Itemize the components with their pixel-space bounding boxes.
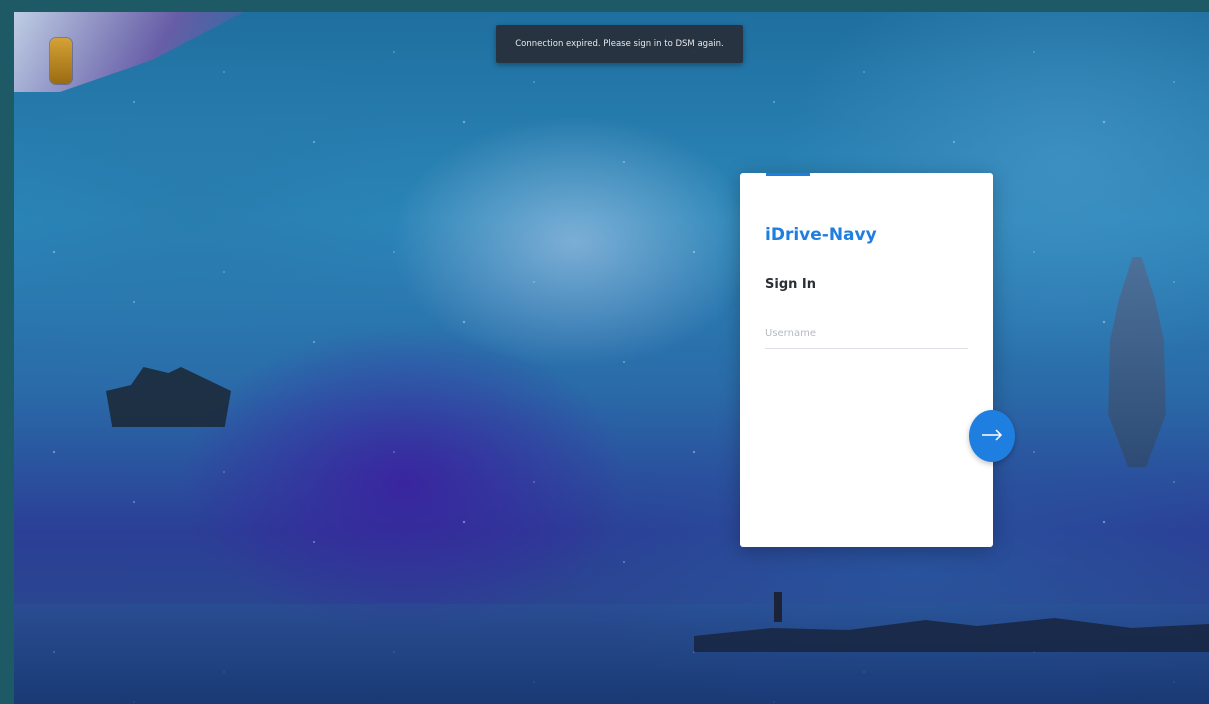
- login-card: iDrive-Navy Sign In: [740, 173, 993, 547]
- login-screen: Connection expired. Please sign in to DS…: [0, 0, 1209, 704]
- background-artwork: [14, 12, 1209, 704]
- stars-decoration: [14, 12, 1209, 704]
- navy-emblem-logo: [50, 38, 72, 84]
- brand-title: iDrive-Navy: [765, 225, 877, 245]
- username-input[interactable]: [765, 318, 968, 349]
- sea-decoration: [14, 604, 1209, 704]
- next-button[interactable]: [969, 410, 1015, 462]
- arrow-right-icon: [981, 428, 1003, 444]
- sign-in-heading: Sign In: [765, 277, 816, 292]
- card-accent-bar: [766, 173, 810, 176]
- toast-message: Connection expired. Please sign in to DS…: [515, 39, 724, 49]
- lighthouse-silhouette: [774, 592, 782, 622]
- connection-expired-toast: Connection expired. Please sign in to DS…: [496, 25, 743, 63]
